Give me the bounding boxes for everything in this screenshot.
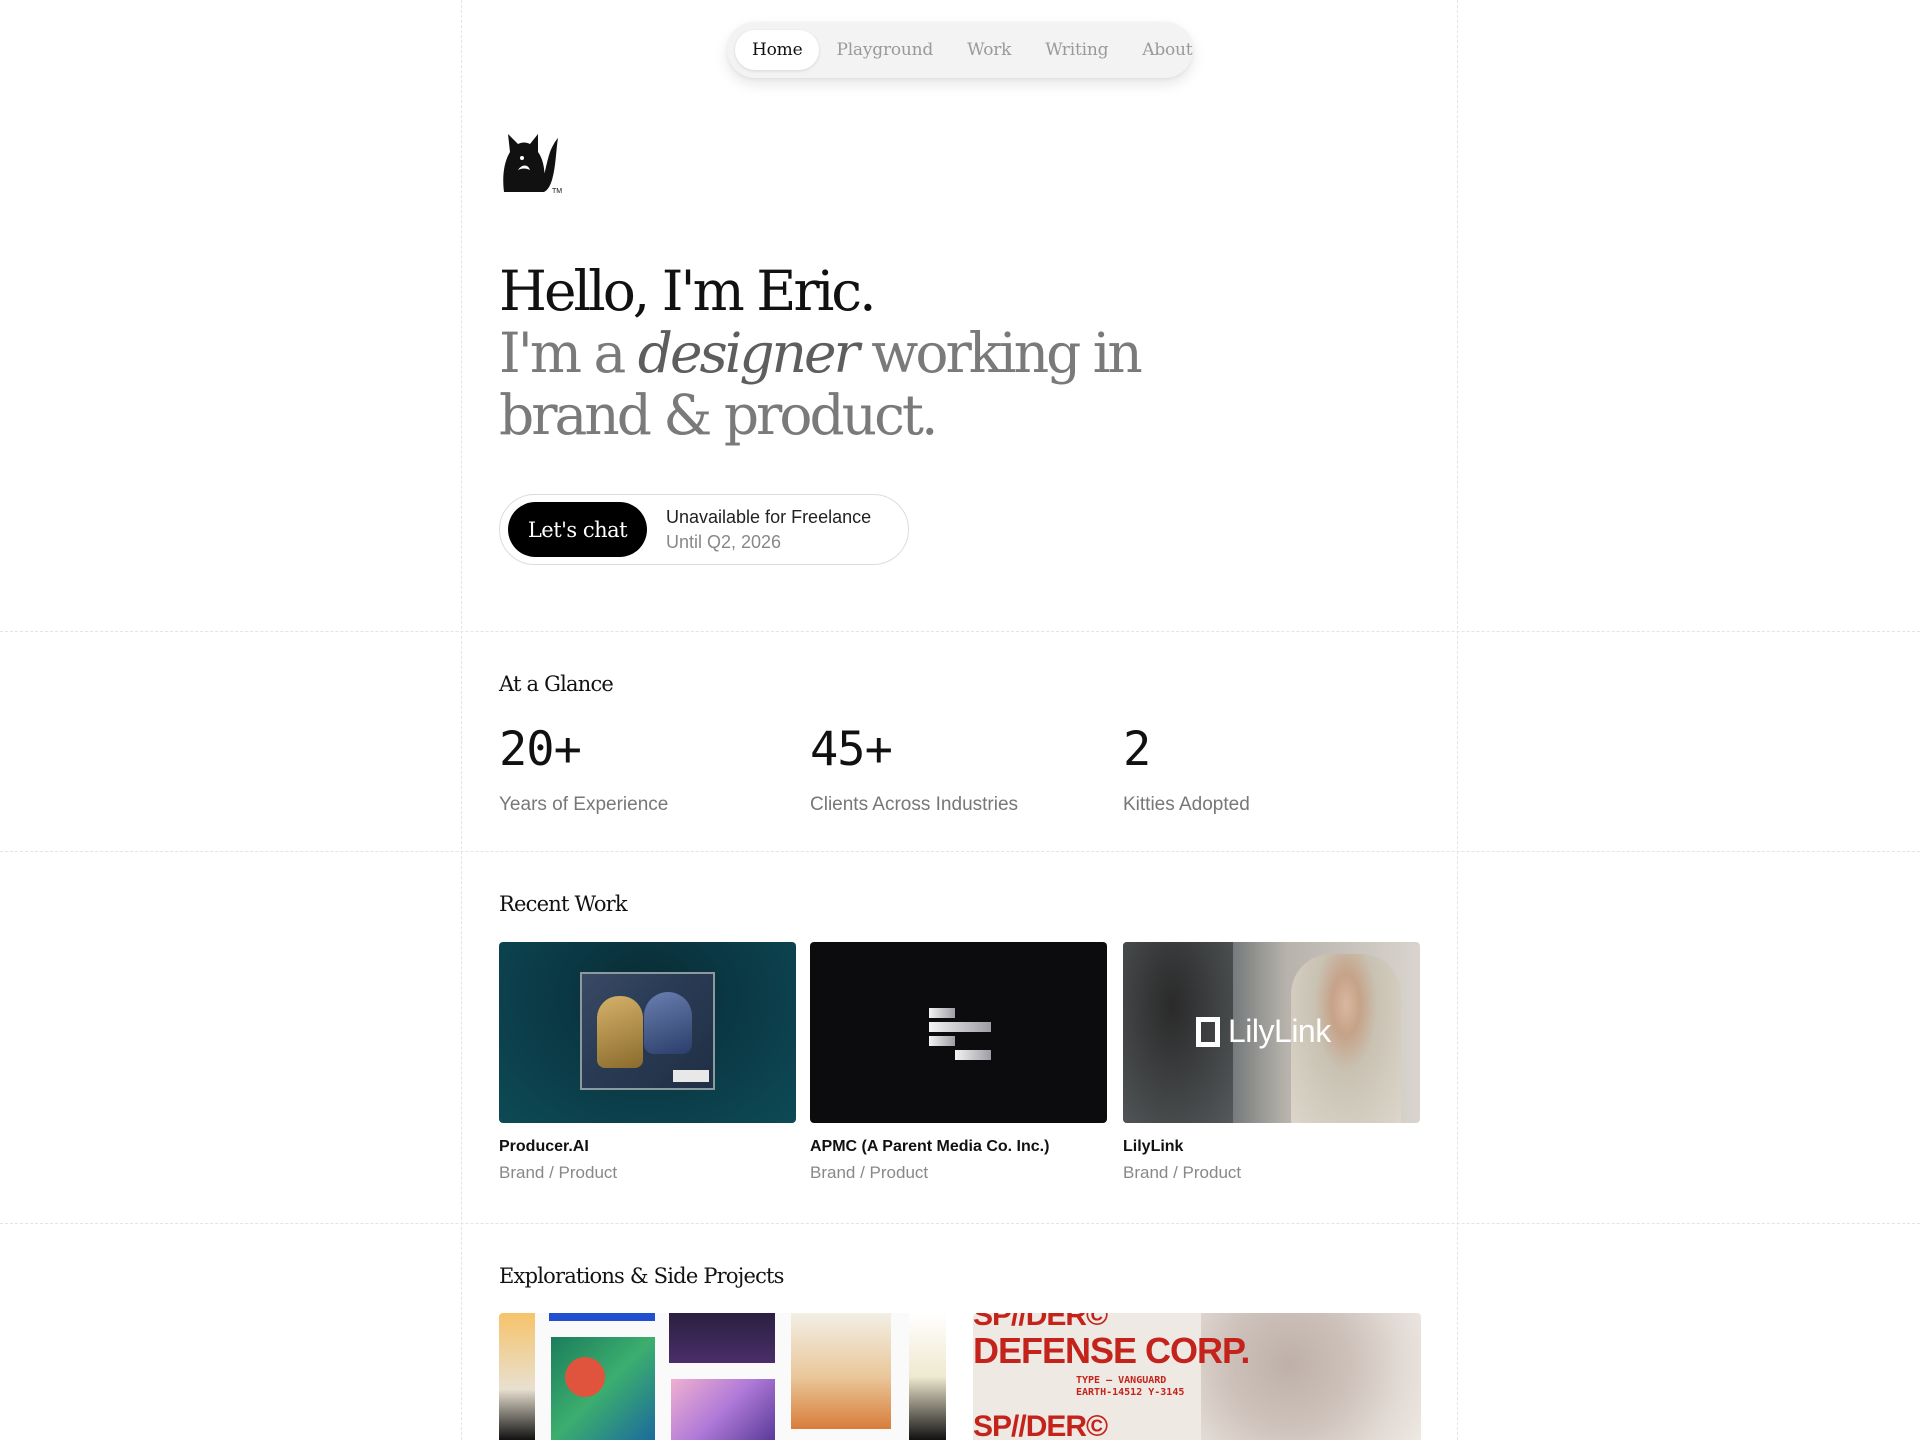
collage-tile	[499, 1313, 535, 1440]
spider-coords: EARTH-14512 Y-3145	[1076, 1387, 1185, 1398]
availability-text: Unavailable for Freelance	[666, 506, 872, 527]
collage-tile	[551, 1337, 655, 1440]
section-title-glance: At a Glance	[499, 672, 614, 696]
stat-label: Kitties Adopted	[1123, 794, 1250, 815]
work-card-producer[interactable]: Producer.AI Brand / Product	[499, 942, 796, 1183]
lets-chat-button[interactable]: Let's chat	[508, 502, 647, 557]
spider-type-label: TYPE — VANGUARD	[1076, 1375, 1167, 1386]
section-divider	[0, 1223, 1920, 1224]
stat-years: 20+ Years of Experience	[499, 722, 668, 816]
collage-tile	[791, 1313, 891, 1429]
lilylink-logo: LilyLink	[1196, 1013, 1331, 1050]
album-case-image	[580, 972, 715, 1090]
section-divider	[0, 631, 1920, 632]
availability-status: Unavailable for Freelance Until Q2, 2026	[666, 505, 871, 555]
nav-writing[interactable]: Writing	[1028, 30, 1125, 70]
lilylink-thumbnail[interactable]: LilyLink	[1123, 942, 1420, 1123]
section-title-explorations: Explorations & Side Projects	[499, 1264, 784, 1288]
producer-thumbnail[interactable]	[499, 942, 796, 1123]
nav-playground[interactable]: Playground	[819, 30, 950, 70]
spider-headline: DEFENSE CORP.	[973, 1330, 1250, 1371]
hero-emphasis: designer	[637, 321, 860, 385]
work-card-title[interactable]: LilyLink	[1123, 1138, 1420, 1156]
exploration-spider-defense[interactable]: SP//DER© DEFENSE CORP. TYPE — VANGUARD E…	[973, 1313, 1421, 1440]
work-card-apmc[interactable]: APMC (A Parent Media Co. Inc.) Brand / P…	[810, 942, 1107, 1183]
stat-clients: 45+ Clients Across Industries	[810, 722, 1018, 816]
top-nav: Home Playground Work Writing About	[727, 22, 1193, 78]
apmc-thumbnail[interactable]	[810, 942, 1107, 1123]
apmc-logo-bar	[929, 1036, 955, 1046]
collage-tile	[671, 1379, 775, 1440]
apmc-logo-bar	[955, 1050, 991, 1060]
nav-work[interactable]: Work	[950, 30, 1028, 70]
work-card-lilylink[interactable]: LilyLink LilyLink Brand / Product	[1123, 942, 1420, 1183]
collage-tile	[565, 1357, 605, 1397]
stat-value: 2	[1123, 722, 1151, 777]
hero-greeting: Hello, I'm Eric.	[499, 259, 877, 323]
hero-line-3: brand & product.	[499, 383, 938, 447]
section-divider	[0, 851, 1920, 852]
trademark-mark: TM	[552, 188, 563, 195]
stat-label: Clients Across Industries	[810, 794, 1019, 815]
work-card-title[interactable]: APMC (A Parent Media Co. Inc.)	[810, 1138, 1107, 1156]
stat-value: 20+	[499, 722, 582, 777]
collage-tile	[669, 1313, 775, 1363]
work-card-subtitle: Brand / Product	[1123, 1163, 1242, 1182]
collage-tile	[909, 1313, 946, 1440]
cta-pill: Let's chat Unavailable for Freelance Unt…	[499, 494, 909, 565]
stat-kitties: 2 Kitties Adopted	[1123, 722, 1250, 816]
cat-logo-icon[interactable]: TM	[500, 130, 566, 200]
nav-about[interactable]: About	[1125, 30, 1209, 70]
apmc-logo-bar	[929, 1022, 991, 1032]
stat-value: 45+	[810, 722, 893, 777]
nav-home[interactable]: Home	[735, 30, 820, 70]
collage-tile	[549, 1313, 655, 1321]
guide-line	[461, 0, 462, 1440]
hero-line-2: I'm a designer working in	[499, 321, 1143, 385]
section-title-recent-work: Recent Work	[499, 892, 628, 916]
availability-until: Until Q2, 2026	[666, 531, 782, 552]
work-card-subtitle: Brand / Product	[810, 1163, 929, 1182]
work-card-subtitle: Brand / Product	[499, 1163, 618, 1182]
lilylink-logo-icon	[1196, 1016, 1220, 1047]
hero-heading: Hello, I'm Eric. I'm a designer working …	[499, 260, 1199, 446]
apmc-logo-bar	[929, 1008, 955, 1018]
spider-headline: SP//DER©	[973, 1410, 1108, 1440]
stat-label: Years of Experience	[499, 794, 669, 815]
work-card-title[interactable]: Producer.AI	[499, 1138, 796, 1156]
guide-line	[1457, 0, 1458, 1440]
exploration-collage[interactable]	[499, 1313, 946, 1440]
